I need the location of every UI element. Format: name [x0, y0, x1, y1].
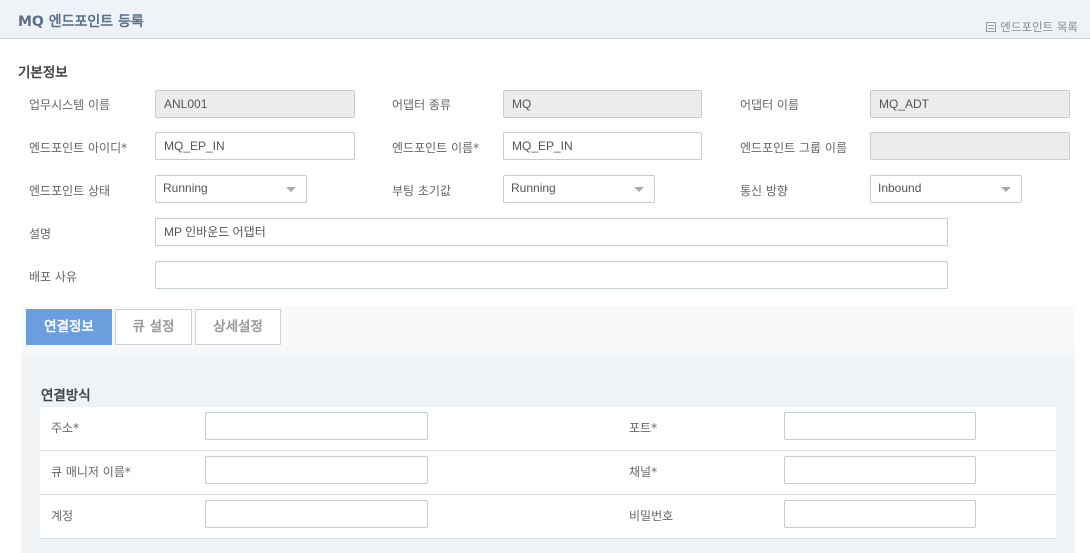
- channel-input[interactable]: [784, 456, 976, 484]
- adapter-type-label: 어댑터 종류: [392, 98, 452, 112]
- channel-label: 채널*: [629, 465, 658, 479]
- scroll-gutter: [1075, 310, 1090, 553]
- table-row: 계정 비밀번호: [40, 495, 1056, 539]
- password-input[interactable]: [784, 500, 976, 528]
- address-input[interactable]: [205, 412, 428, 440]
- biz-system-name-field[interactable]: ANL001: [155, 90, 355, 118]
- endpoint-status-label: 엔드포인트 상태: [29, 184, 111, 198]
- queue-manager-name-input[interactable]: [205, 456, 428, 484]
- endpoint-status-value: Running: [163, 181, 208, 195]
- chevron-down-icon: [634, 187, 644, 192]
- tab-detail-settings[interactable]: 상세설정: [195, 309, 281, 345]
- address-label: 주소*: [51, 421, 80, 435]
- account-input[interactable]: [205, 500, 428, 528]
- direction-value: Inbound: [878, 181, 922, 195]
- list-icon: [986, 22, 997, 32]
- account-label: 계정: [51, 509, 74, 523]
- chevron-down-icon: [1001, 187, 1011, 192]
- queue-manager-name-label: 큐 매니저 이름*: [51, 465, 131, 479]
- endpoint-list-link[interactable]: 엔드포인트 목록: [986, 19, 1078, 35]
- table-row: 큐 매니저 이름* 채널*: [40, 451, 1056, 495]
- connection-table: 주소* 포트* 큐 매니저 이름* 채널* 계정 비밀번호: [40, 407, 1056, 539]
- tab-queue-settings[interactable]: 큐 설정: [115, 309, 192, 345]
- endpoint-list-label: 엔드포인트 목록: [1000, 20, 1078, 34]
- page-title: MQ 엔드포인트 등록: [18, 14, 144, 30]
- boot-initial-label: 부팅 초기값: [392, 184, 452, 198]
- description-label: 설명: [29, 227, 52, 241]
- deploy-reason-label: 배포 사유: [29, 270, 77, 284]
- adapter-name-label: 어댑터 이름: [740, 98, 800, 112]
- endpoint-group-name-field[interactable]: [870, 132, 1070, 160]
- description-input[interactable]: MP 인바운드 어댑터: [155, 218, 948, 246]
- password-label: 비밀번호: [629, 509, 674, 523]
- endpoint-status-select[interactable]: Running: [155, 175, 307, 203]
- direction-label: 통신 방향: [740, 184, 788, 198]
- endpoint-name-input[interactable]: MQ_EP_IN: [503, 132, 702, 160]
- endpoint-id-input[interactable]: MQ_EP_IN: [155, 132, 355, 160]
- adapter-name-field[interactable]: MQ_ADT: [870, 90, 1070, 118]
- basic-info-title: 기본정보: [18, 65, 68, 81]
- boot-initial-value: Running: [511, 181, 556, 195]
- endpoint-id-label: 엔드포인트 아이디*: [29, 141, 128, 155]
- biz-system-name-label: 업무시스템 이름: [29, 98, 111, 112]
- chevron-down-icon: [286, 187, 296, 192]
- table-row: 주소* 포트*: [40, 407, 1056, 451]
- adapter-type-field[interactable]: MQ: [503, 90, 702, 118]
- deploy-reason-input[interactable]: [155, 261, 948, 289]
- port-input[interactable]: [784, 412, 976, 440]
- tab-connection-info[interactable]: 연결정보: [26, 309, 112, 345]
- endpoint-name-label: 엔드포인트 이름*: [392, 141, 480, 155]
- endpoint-group-name-label: 엔드포인트 그룹 이름: [740, 141, 847, 155]
- boot-initial-select[interactable]: Running: [503, 175, 655, 203]
- port-label: 포트*: [629, 421, 658, 435]
- direction-select[interactable]: Inbound: [870, 175, 1022, 203]
- connection-method-title: 연결방식: [41, 388, 91, 404]
- page-header: MQ 엔드포인트 등록 엔드포인트 목록: [0, 0, 1090, 39]
